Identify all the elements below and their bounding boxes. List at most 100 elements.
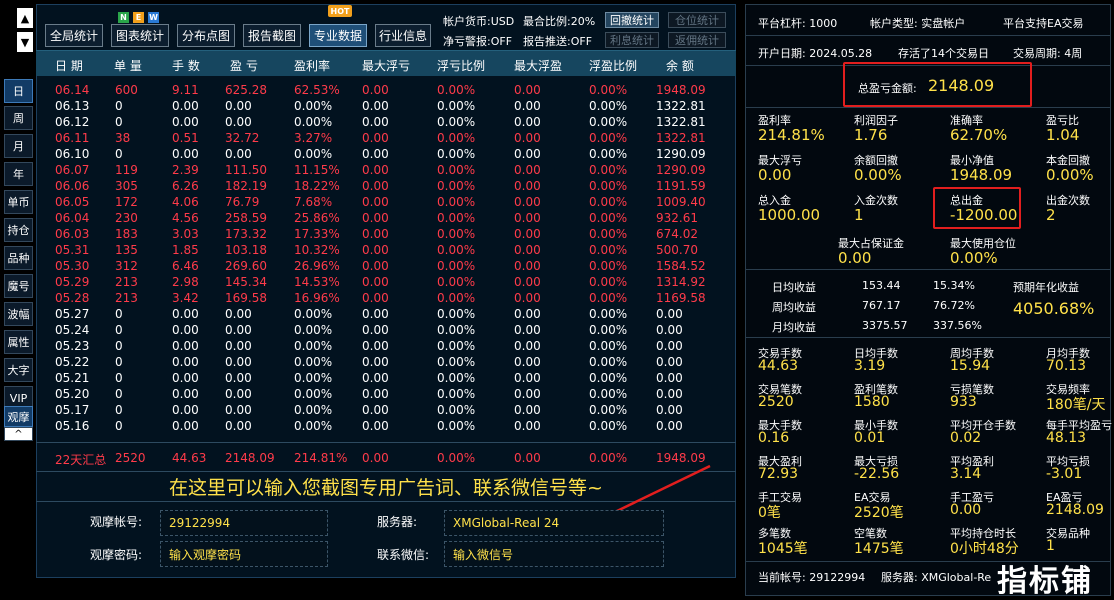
pro-data-button[interactable]: 专业数据 (309, 24, 367, 47)
table-row[interactable]: 05.17 0 0.00 0.00 0.00% 0.00 0.00% 0.00 0.00% 0.0… (36, 403, 696, 419)
nav-item-4[interactable]: 单币 (4, 190, 33, 214)
cell-max-float-loss: 0.00 (362, 99, 389, 113)
cell-balance: 1191.59 (656, 179, 706, 193)
position-stats-button[interactable]: 仓位统计 (668, 12, 726, 28)
cell-pnl: 0.00 (225, 355, 252, 369)
table-row[interactable]: 06.04 230 4.56 258.59 25.86% 0.00 0.00% 0.00 0.0… (36, 211, 698, 227)
nav-item-7[interactable]: 魔号 (4, 274, 33, 298)
scroll-up-button[interactable]: ▲ (17, 8, 33, 28)
table-row[interactable]: 05.23 0 0.00 0.00 0.00% 0.00 0.00% 0.00 0.00% 0.0… (36, 339, 696, 355)
table-row[interactable]: 05.22 0 0.00 0.00 0.00% 0.00 0.00% 0.00 0.00% 0.0… (36, 355, 696, 371)
stat-value: 1045笔 (758, 541, 808, 557)
cell-lots: 0.00 (172, 307, 199, 321)
cell-float-loss-pct: 0.00% (437, 243, 476, 257)
cell-max-float-loss: 0.00 (362, 131, 389, 145)
stat-value: 1475笔 (854, 541, 904, 557)
table-row[interactable]: 05.16 0 0.00 0.00 0.00% 0.00 0.00% 0.00 0.00% 0.0… (36, 419, 696, 435)
nav-item-9[interactable]: 属性 (4, 330, 33, 354)
chart-stats-button[interactable]: 图表统计 (111, 24, 169, 47)
stat-value: 3.14 (950, 466, 982, 482)
server-input[interactable]: XMGlobal-Real 24 (444, 510, 664, 536)
cell-date: 05.20 (55, 387, 90, 401)
nav-item-3[interactable]: 年 (4, 162, 33, 186)
cell-pnl: 0.00 (225, 323, 252, 337)
drawdown-stats-button[interactable]: 回撤统计 (605, 12, 659, 28)
collapse-button[interactable]: ^ (4, 427, 33, 441)
nav-item-8[interactable]: 波幅 (4, 302, 33, 326)
table-row[interactable]: 06.07 119 2.39 111.50 11.15% 0.00 0.00% 0.00 0.0… (36, 163, 706, 179)
password-input[interactable]: 输入观摩密码 (160, 541, 328, 567)
wechat-input[interactable]: 输入微信号 (444, 541, 664, 567)
cell-orders: 135 (115, 243, 138, 257)
cell-max-float-loss: 0.00 (362, 403, 389, 417)
summary-pnl: 2148.09 (225, 451, 275, 465)
table-row[interactable]: 05.21 0 0.00 0.00 0.00% 0.00 0.00% 0.00 0.00% 0.0… (36, 371, 696, 387)
table-row[interactable]: 06.12 0 0.00 0.00 0.00% 0.00 0.00% 0.00 0.00% 132… (36, 115, 706, 131)
nav-item-10[interactable]: 大字 (4, 358, 33, 382)
cell-pnl: 76.79 (225, 195, 260, 209)
table-row[interactable]: 05.29 213 2.98 145.34 14.53% 0.00 0.00% 0.00 0.0… (36, 275, 706, 291)
max-position-value: 0.00% (950, 249, 998, 267)
cell-float-profit-pct: 0.00% (589, 115, 628, 129)
cell-lots: 0.00 (172, 403, 199, 417)
report-screenshot-button[interactable]: 报告截图 (243, 24, 301, 47)
cell-orders: 0 (115, 403, 123, 417)
nav-item-2[interactable]: 月 (4, 134, 33, 158)
table-row[interactable]: 06.14 600 9.11 625.28 62.53% 0.00 0.00% 0.00 0.0… (36, 83, 706, 99)
table-row[interactable]: 05.24 0 0.00 0.00 0.00% 0.00 0.00% 0.00 0.00% 0.0… (36, 323, 696, 339)
nav-item-5[interactable]: 持仓 (4, 218, 33, 242)
cell-max-float-loss: 0.00 (362, 323, 389, 337)
cell-lots: 0.00 (172, 147, 199, 161)
cell-orders: 213 (115, 291, 138, 305)
cell-lots: 0.00 (172, 339, 199, 353)
table-row[interactable]: 06.10 0 0.00 0.00 0.00% 0.00 0.00% 0.00 0.00% 129… (36, 147, 706, 163)
table-row[interactable]: 06.11 38 0.51 32.72 3.27% 0.00 0.00% 0.00 0.00% 1… (36, 131, 706, 147)
interest-stats-button[interactable]: 利息统计 (605, 32, 659, 48)
nav-item-1[interactable]: 周 (4, 106, 33, 130)
table-row[interactable]: 05.28 213 3.42 169.58 16.96% 0.00 0.00% 0.00 0.0… (36, 291, 706, 307)
cell-pnl: 182.19 (225, 179, 267, 193)
cell-pnl: 0.00 (225, 307, 252, 321)
table-row[interactable]: 06.05 172 4.06 76.79 7.68% 0.00 0.00% 0.00 0.00%… (36, 195, 706, 211)
cell-float-loss-pct: 0.00% (437, 179, 476, 193)
cell-orders: 0 (115, 355, 123, 369)
table-row[interactable]: 05.30 312 6.46 269.60 26.96% 0.00 0.00% 0.00 0.0… (36, 259, 706, 275)
account-input[interactable]: 29122994 (160, 510, 328, 536)
cell-pnl: 173.32 (225, 227, 267, 241)
cell-orders: 230 (115, 211, 138, 225)
table-row[interactable]: 05.27 0 0.00 0.00 0.00% 0.00 0.00% 0.00 0.00% 0.0… (36, 307, 696, 323)
nav-item-0[interactable]: 日 (4, 79, 33, 103)
stat-value: 1 (1046, 538, 1055, 554)
table-row[interactable]: 05.20 0 0.00 0.00 0.00% 0.00 0.00% 0.00 0.00% 0.0… (36, 387, 696, 403)
cell-rate: 0.00% (294, 339, 333, 353)
table-row[interactable]: 06.03 183 3.03 173.32 17.33% 0.00 0.00% 0.00 0.0… (36, 227, 698, 243)
nav-item-12[interactable]: 观摩 (4, 406, 33, 427)
cell-float-profit-pct: 0.00% (589, 179, 628, 193)
new-badge-n: N (118, 12, 129, 23)
cell-max-float-profit: 0.00 (514, 83, 541, 97)
distribution-chart-button[interactable]: 分布点图 (177, 24, 235, 47)
cell-pnl: 32.72 (225, 131, 260, 145)
table-row[interactable]: 05.31 135 1.85 103.18 10.32% 0.00 0.00% 0.00 0.0… (36, 243, 698, 259)
cell-lots: 3.42 (172, 291, 199, 305)
global-stats-button[interactable]: 全局统计 (45, 24, 103, 47)
annual-return-value: 4050.68% (1013, 299, 1095, 318)
cell-balance: 1322.81 (656, 131, 706, 145)
table-row[interactable]: 06.13 0 0.00 0.00 0.00% 0.00 0.00% 0.00 0.00% 132… (36, 99, 706, 115)
stat-value: 1 (854, 206, 864, 224)
cell-rate: 11.15% (294, 163, 340, 177)
cell-orders: 183 (115, 227, 138, 241)
cell-date: 06.12 (55, 115, 90, 129)
table-row[interactable]: 06.06 305 6.26 182.19 18.22% 0.00 0.00% 0.00 0.0… (36, 179, 706, 195)
rebate-stats-button[interactable]: 返佣统计 (668, 32, 726, 48)
income-amount: 3375.57 (862, 319, 908, 332)
nav-item-6[interactable]: 品种 (4, 246, 33, 270)
cell-lots: 1.85 (172, 243, 199, 257)
cell-rate: 10.32% (294, 243, 340, 257)
industry-info-button[interactable]: 行业信息 (375, 24, 431, 47)
cell-float-profit-pct: 0.00% (589, 99, 628, 113)
stat-value: 933 (950, 394, 977, 410)
cell-orders: 0 (115, 371, 123, 385)
scroll-down-button[interactable]: ▼ (17, 32, 33, 52)
divider (745, 337, 1111, 338)
